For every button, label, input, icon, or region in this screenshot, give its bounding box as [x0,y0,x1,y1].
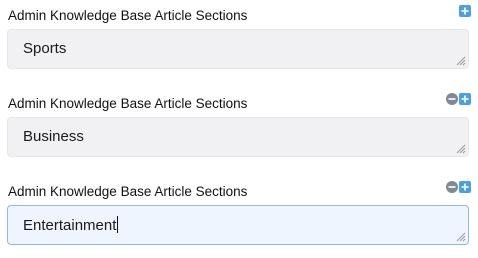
field-label: Admin Knowledge Base Article Sections [8,184,248,199]
text-caret [117,216,119,233]
minus-icon[interactable] [446,93,458,105]
section-textarea-value-wrap: Entertainment [23,216,119,234]
section-textarea[interactable]: Entertainment [7,205,469,245]
minus-icon[interactable] [446,181,458,193]
section-textarea-value: Business [23,128,84,145]
resize-handle-icon[interactable] [456,144,466,154]
section-textarea[interactable]: Sports [7,29,469,69]
row-actions [446,181,471,193]
section-textarea[interactable]: Business [7,117,469,157]
section-textarea-value: Entertainment [23,217,117,234]
row-actions [459,5,471,17]
plus-icon[interactable] [459,93,471,105]
row-actions [446,93,471,105]
resize-handle-icon[interactable] [456,232,466,242]
resize-handle-icon[interactable] [456,56,466,66]
plus-icon[interactable] [459,181,471,193]
field-label: Admin Knowledge Base Article Sections [8,8,248,23]
field-label: Admin Knowledge Base Article Sections [8,96,248,111]
section-textarea-value: Sports [23,40,67,57]
plus-icon[interactable] [459,5,471,17]
